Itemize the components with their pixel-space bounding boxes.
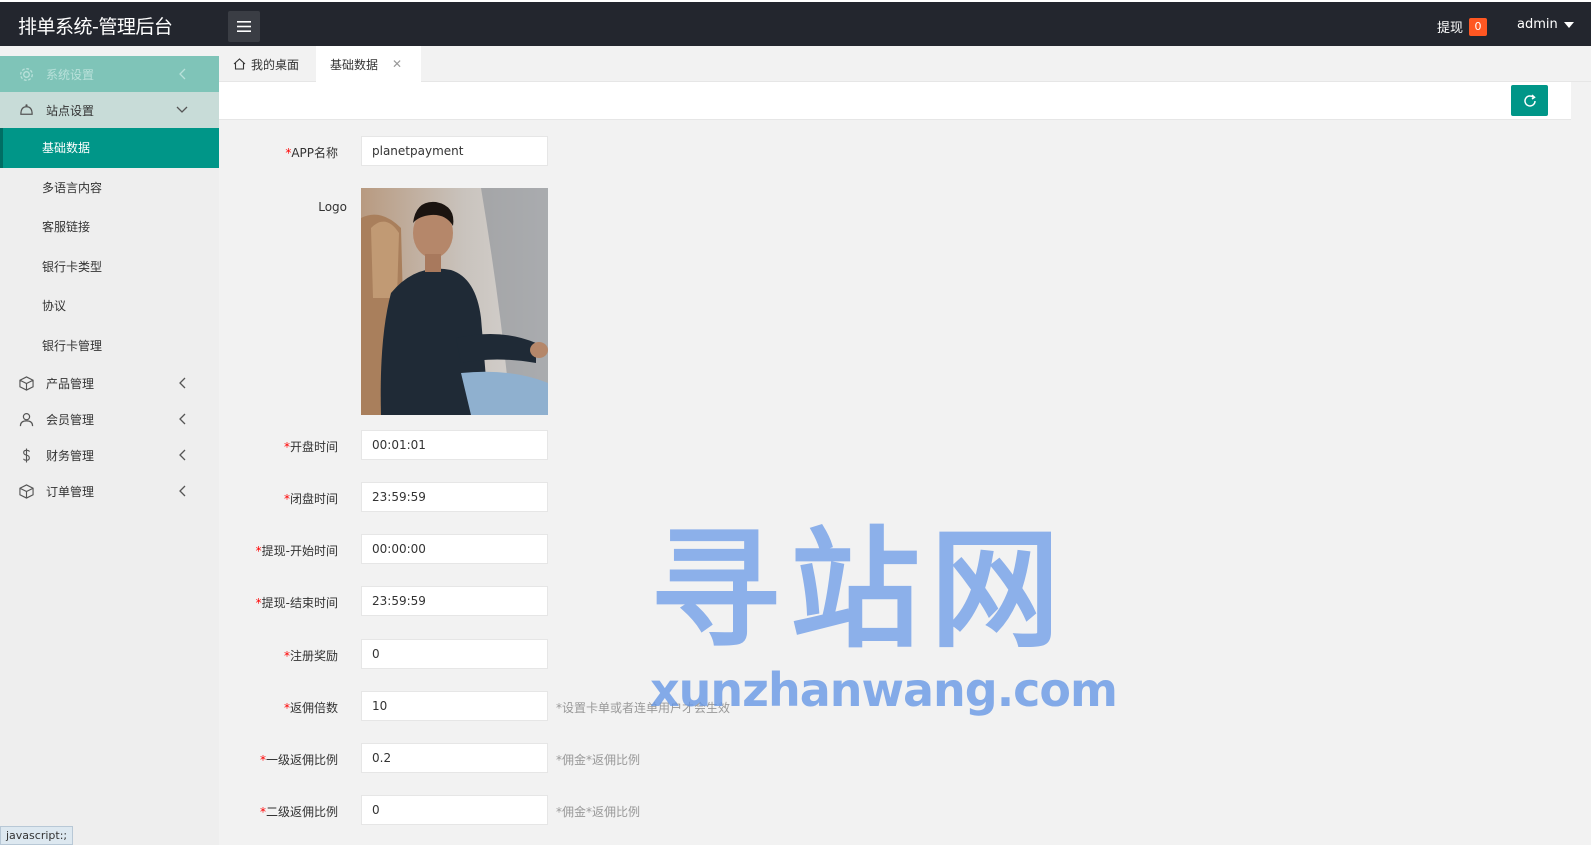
sidebar-item-basic-data[interactable]: 基础数据 (0, 128, 219, 168)
chevron-left-icon (175, 448, 189, 462)
form-row-withdraw-start: *提现-开始时间 (219, 534, 1119, 564)
withdraw-label: 提现 (1437, 21, 1464, 36)
caret-down-icon (1563, 21, 1574, 28)
close-icon[interactable]: ✕ (392, 57, 402, 71)
form-row-level1-ratio: *一级返佣比例 *佣金*返佣比例 (219, 743, 1119, 773)
level2-ratio-input[interactable] (361, 795, 548, 825)
toolbar (219, 82, 1571, 120)
commission-multiple-hint: *设置卡单或者连单用户才会生效 (556, 701, 731, 715)
withdraw-end-label: *提现-结束时间 (255, 596, 338, 610)
sidebar-item-bankcard-type[interactable]: 银行卡类型 (0, 247, 219, 287)
sidebar-item-multilang[interactable]: 多语言内容 (0, 168, 219, 208)
chevron-left-icon (175, 376, 189, 390)
tab-home[interactable]: 我的桌面 (219, 46, 316, 82)
sidebar: 系统设置 站点设置 基础数据 多语言内容 客服链接 银行卡类型 协议 银行卡管理… (0, 56, 219, 845)
app-title: 排单系统-管理后台 (18, 16, 173, 38)
sidebar-group-label: 系统设置 (46, 67, 95, 82)
user-name: admin (1517, 17, 1558, 32)
close-time-label: *闭盘时间 (283, 492, 338, 506)
sidebar-group-label: 财务管理 (46, 448, 95, 463)
chevron-left-icon (175, 484, 189, 498)
tab-label: 我的桌面 (251, 57, 300, 72)
sidebar-group-label: 站点设置 (46, 103, 95, 118)
sidebar-group-site[interactable]: 站点设置 (0, 92, 219, 128)
tab-basic-data[interactable]: 基础数据 ✕ (316, 46, 421, 82)
tab-label: 基础数据 (330, 57, 379, 72)
chevron-left-icon (175, 67, 189, 81)
sidebar-group-label: 会员管理 (46, 412, 95, 427)
close-time-input[interactable] (361, 482, 548, 512)
withdraw-count-badge: 0 (1469, 17, 1488, 36)
level2-ratio-label: *二级返佣比例 (259, 805, 338, 819)
form-row-open-time: *开盘时间 (219, 430, 1119, 460)
withdraw-end-input[interactable] (361, 586, 548, 616)
form-row-app-name: *APP名称 (219, 136, 1119, 166)
withdraw-start-label: *提现-开始时间 (255, 544, 338, 558)
box-icon (18, 483, 34, 499)
level1-ratio-hint: *佣金*返佣比例 (556, 753, 641, 767)
sidebar-group-member[interactable]: 会员管理 (0, 401, 219, 437)
form-row-commission-multiple: *返佣倍数 *设置卡单或者连单用户才会生效 (219, 691, 1119, 721)
sidebar-group-system[interactable]: 系统设置 (0, 56, 219, 92)
level2-ratio-hint: *佣金*返佣比例 (556, 805, 641, 819)
sidebar-item-bankcard-manage[interactable]: 银行卡管理 (0, 326, 219, 366)
scroll-gutter (1571, 82, 1591, 845)
app-name-input[interactable] (361, 136, 548, 166)
app-name-label: *APP名称 (285, 146, 338, 160)
site-icon (18, 102, 34, 118)
chevron-left-icon (175, 412, 189, 426)
sidebar-group-label: 订单管理 (46, 484, 95, 499)
refresh-button[interactable] (1511, 85, 1548, 116)
top-bar: 排单系统-管理后台 提现 0 admin (0, 0, 1591, 46)
hamburger-icon (237, 21, 251, 32)
level1-ratio-input[interactable] (361, 743, 548, 773)
tab-bar: 我的桌面 基础数据 ✕ (219, 46, 1591, 82)
withdraw-notice[interactable]: 提现 0 (1437, 17, 1488, 36)
status-bar-url: javascript:; (0, 826, 74, 845)
withdraw-start-input[interactable] (361, 534, 548, 564)
sidebar-group-label: 产品管理 (46, 376, 95, 391)
sidebar-item-service-link[interactable]: 客服链接 (0, 207, 219, 247)
box-icon (18, 375, 34, 391)
gear-icon (18, 66, 34, 82)
sidebar-group-finance[interactable]: 财务管理 (0, 437, 219, 473)
form-row-level2-ratio: *二级返佣比例 *佣金*返佣比例 (219, 795, 1119, 825)
logo-label: Logo (318, 200, 347, 214)
level1-ratio-label: *一级返佣比例 (259, 753, 338, 767)
form-row-register-reward: *注册奖励 (219, 639, 1119, 669)
refresh-icon (1523, 93, 1536, 107)
register-reward-input[interactable] (361, 639, 548, 669)
sidebar-group-order[interactable]: 订单管理 (0, 473, 219, 509)
open-time-label: *开盘时间 (283, 440, 338, 454)
user-menu[interactable]: admin (1517, 17, 1574, 32)
menu-toggle-button[interactable] (228, 11, 260, 42)
sidebar-item-agreement[interactable]: 协议 (0, 286, 219, 326)
commission-multiple-label: *返佣倍数 (283, 701, 338, 715)
form-row-close-time: *闭盘时间 (219, 482, 1119, 512)
chevron-down-icon (175, 103, 189, 117)
open-time-input[interactable] (361, 430, 548, 460)
form-row-withdraw-end: *提现-结束时间 (219, 586, 1119, 616)
sidebar-group-product[interactable]: 产品管理 (0, 365, 219, 401)
user-icon (18, 411, 34, 427)
register-reward-label: *注册奖励 (283, 649, 338, 663)
dollar-icon (18, 447, 34, 463)
commission-multiple-input[interactable] (361, 691, 548, 721)
home-icon (233, 58, 246, 70)
logo-image[interactable] (361, 188, 548, 415)
